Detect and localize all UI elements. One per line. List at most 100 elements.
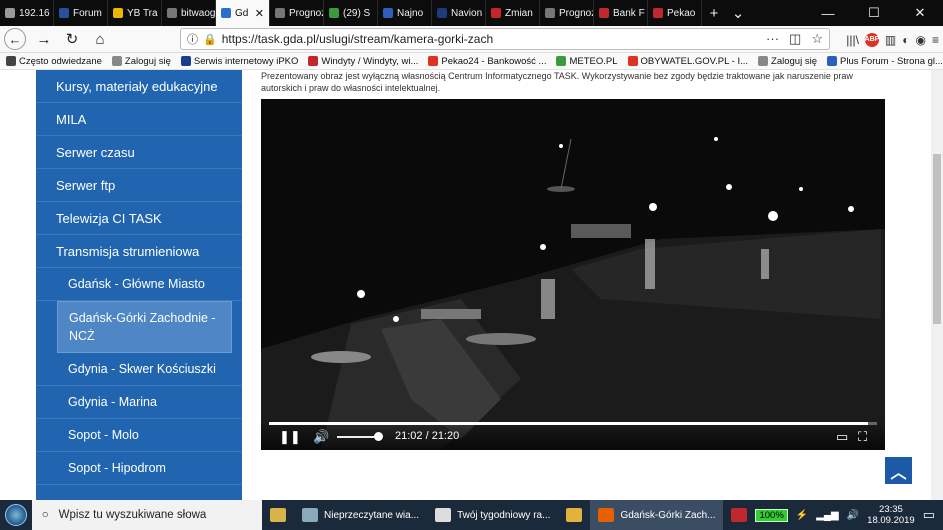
maximize-button[interactable]: ☐ xyxy=(851,0,897,26)
bookmark-favicon-icon xyxy=(827,56,837,66)
taskbar-app[interactable]: Nieprzeczytane wia... xyxy=(294,500,427,530)
sidebar-item[interactable]: Gdynia - Skwer Kościuszki xyxy=(36,353,242,386)
bookmark-label: METEO.PL xyxy=(569,55,618,67)
taskbar-app[interactable] xyxy=(558,500,590,530)
browser-tab[interactable]: (29) S xyxy=(324,0,378,26)
browser-tab[interactable]: Zmian xyxy=(486,0,540,26)
bookmark-item[interactable]: Windyty / Windyty, wi... xyxy=(308,56,418,67)
page-content: Prezentowany obraz jest wyłączną własnoś… xyxy=(0,70,943,500)
volume-knob[interactable] xyxy=(374,432,383,441)
bookmark-item[interactable]: OBYWATEL.GOV.PL - I... xyxy=(627,56,748,67)
scroll-to-top-button[interactable]: ︿ xyxy=(885,457,912,484)
bookmark-item[interactable]: Zaloguj się xyxy=(111,56,171,67)
browser-tab[interactable]: Prognoza xyxy=(270,0,324,26)
bookmark-favicon-icon xyxy=(6,56,16,66)
sidebar-item[interactable]: Gdynia - Marina xyxy=(36,386,242,419)
pause-button[interactable]: ❚❚ xyxy=(279,429,301,445)
sidebar-item[interactable]: Gdańsk-Górki Zachodnie - NCŻ xyxy=(57,301,232,353)
windows-logo-icon xyxy=(4,504,27,526)
account-icon[interactable]: ◉ xyxy=(916,33,926,47)
browser-tab[interactable]: YB Tra xyxy=(108,0,162,26)
adblock-icon[interactable]: ABP xyxy=(865,32,879,47)
sidebar-item[interactable]: Telewizja CI TASK xyxy=(36,202,242,235)
volume-slider[interactable] xyxy=(337,436,377,438)
bookmark-item[interactable]: Serwis internetowy iPKO xyxy=(180,56,298,67)
bookmark-favicon-icon xyxy=(758,56,769,66)
browser-tab[interactable]: Najno xyxy=(378,0,432,26)
browser-tab[interactable]: Bank F xyxy=(594,0,648,26)
menu-icon[interactable]: ≡ xyxy=(932,33,939,47)
back-button[interactable]: ← xyxy=(4,28,26,50)
sidebar-toggle-icon[interactable]: ▥ xyxy=(885,33,896,47)
browser-tab[interactable]: Gd ✕ xyxy=(216,0,270,26)
tab-favicon-icon xyxy=(383,8,393,18)
search-placeholder: Wpisz tu wyszukiwane słowa xyxy=(58,509,207,521)
sidebar-item[interactable]: Serwer ftp xyxy=(36,169,242,202)
reload-button[interactable]: ↻ xyxy=(58,26,86,53)
sidebar-item[interactable]: Kursy, materiały edukacyjne xyxy=(36,70,242,103)
sidebar-item[interactable]: Transmisja strumieniowa xyxy=(36,235,242,268)
video-player[interactable]: ❚❚ 🔊 21:02 / 21:20 ▭ ⛶ xyxy=(261,99,885,450)
battery-indicator[interactable]: 100% xyxy=(755,508,788,522)
clock[interactable]: 23:35 18.09.2019 xyxy=(867,504,915,526)
sidebar-item[interactable]: Serwer czasu xyxy=(36,136,242,169)
bookmark-item[interactable]: Często odwiedzane xyxy=(6,56,102,67)
minimize-button[interactable]: — xyxy=(805,0,851,26)
bookmark-item[interactable]: Pekao24 - Bankowość ... xyxy=(428,56,546,67)
close-tab-icon[interactable]: ✕ xyxy=(255,7,264,20)
taskbar-app[interactable] xyxy=(262,500,294,530)
bookmark-star-icon[interactable]: ☆ xyxy=(811,31,823,47)
tab-favicon-icon xyxy=(599,8,609,18)
page-scrollbar[interactable] xyxy=(931,70,943,500)
scrollbar-thumb[interactable] xyxy=(933,154,941,324)
fullscreen-button[interactable]: ⛶ xyxy=(858,429,867,445)
browser-tab[interactable]: bitwaogot xyxy=(162,0,216,26)
bookmark-item[interactable]: Zaloguj się xyxy=(758,56,817,67)
info-icon[interactable]: ⓘ xyxy=(187,31,198,47)
start-button[interactable] xyxy=(0,500,32,530)
sidebar-item[interactable]: Sopot - Hipodrom xyxy=(36,452,242,485)
page-actions-button[interactable]: ··· xyxy=(766,31,779,47)
sidebar-item[interactable]: Gdańsk - Główne Miasto xyxy=(36,268,242,301)
bookmark-favicon-icon xyxy=(428,56,439,66)
taskbar-app[interactable] xyxy=(723,500,755,530)
seek-bar[interactable] xyxy=(269,422,877,425)
tab-label: Zmian xyxy=(505,7,533,19)
library-icon[interactable]: |||\ xyxy=(846,33,859,47)
home-button[interactable]: ⌂ xyxy=(86,26,114,53)
taskbar-app[interactable]: Twój tygodniowy ra... xyxy=(427,500,558,530)
browser-tab[interactable]: Pekao xyxy=(648,0,702,26)
address-bar[interactable]: ⓘ 🔒 https://task.gda.pl/uslugi/stream/ka… xyxy=(180,28,830,50)
forward-button[interactable]: → xyxy=(30,26,58,53)
bookmark-item[interactable]: Plus Forum - Strona gl... xyxy=(827,56,943,67)
browser-tab[interactable]: Navion xyxy=(432,0,486,26)
bookmark-item[interactable]: METEO.PL xyxy=(556,55,618,67)
volume-icon[interactable]: 🔊 xyxy=(847,510,859,521)
bookmark-favicon-icon xyxy=(556,56,567,66)
tab-list-button[interactable]: ⌄ xyxy=(726,0,750,26)
app-icon xyxy=(435,508,452,522)
notifications-icon[interactable]: ▭ xyxy=(923,507,935,523)
taskbar-app[interactable]: Gdańsk-Górki Zach... xyxy=(590,500,724,530)
close-window-button[interactable]: ✕ xyxy=(897,0,943,26)
app-icon xyxy=(731,508,748,522)
tab-label: Gd xyxy=(235,7,249,19)
new-tab-button[interactable]: + xyxy=(702,0,726,26)
sync-icon[interactable]: ◐ xyxy=(902,33,909,47)
mute-button[interactable]: 🔊 xyxy=(313,429,329,445)
lock-icon[interactable]: 🔒 xyxy=(203,33,217,46)
sidebar-item[interactable]: Sopot - Molo xyxy=(36,419,242,452)
network-icon[interactable]: ▂▄▆ xyxy=(816,510,838,521)
app-icon xyxy=(566,508,583,522)
browser-tab[interactable]: 192.16 xyxy=(0,0,54,26)
pocket-icon[interactable]: ◫ xyxy=(789,31,801,47)
sidebar-item[interactable]: MILA xyxy=(36,103,242,136)
pip-button[interactable]: ▭ xyxy=(836,429,848,445)
taskbar-search[interactable]: ○ Wpisz tu wyszukiwane słowa xyxy=(31,500,263,530)
browser-tab[interactable]: Forum xyxy=(54,0,108,26)
url-text[interactable]: https://task.gda.pl/uslugi/stream/kamera… xyxy=(222,32,493,46)
browser-tab[interactable]: Prognoza xyxy=(540,0,594,26)
bookmark-label: Windyty / Windyty, wi... xyxy=(321,55,419,67)
tab-label: Prognoza xyxy=(289,7,323,19)
tab-label: (29) S xyxy=(343,7,371,19)
